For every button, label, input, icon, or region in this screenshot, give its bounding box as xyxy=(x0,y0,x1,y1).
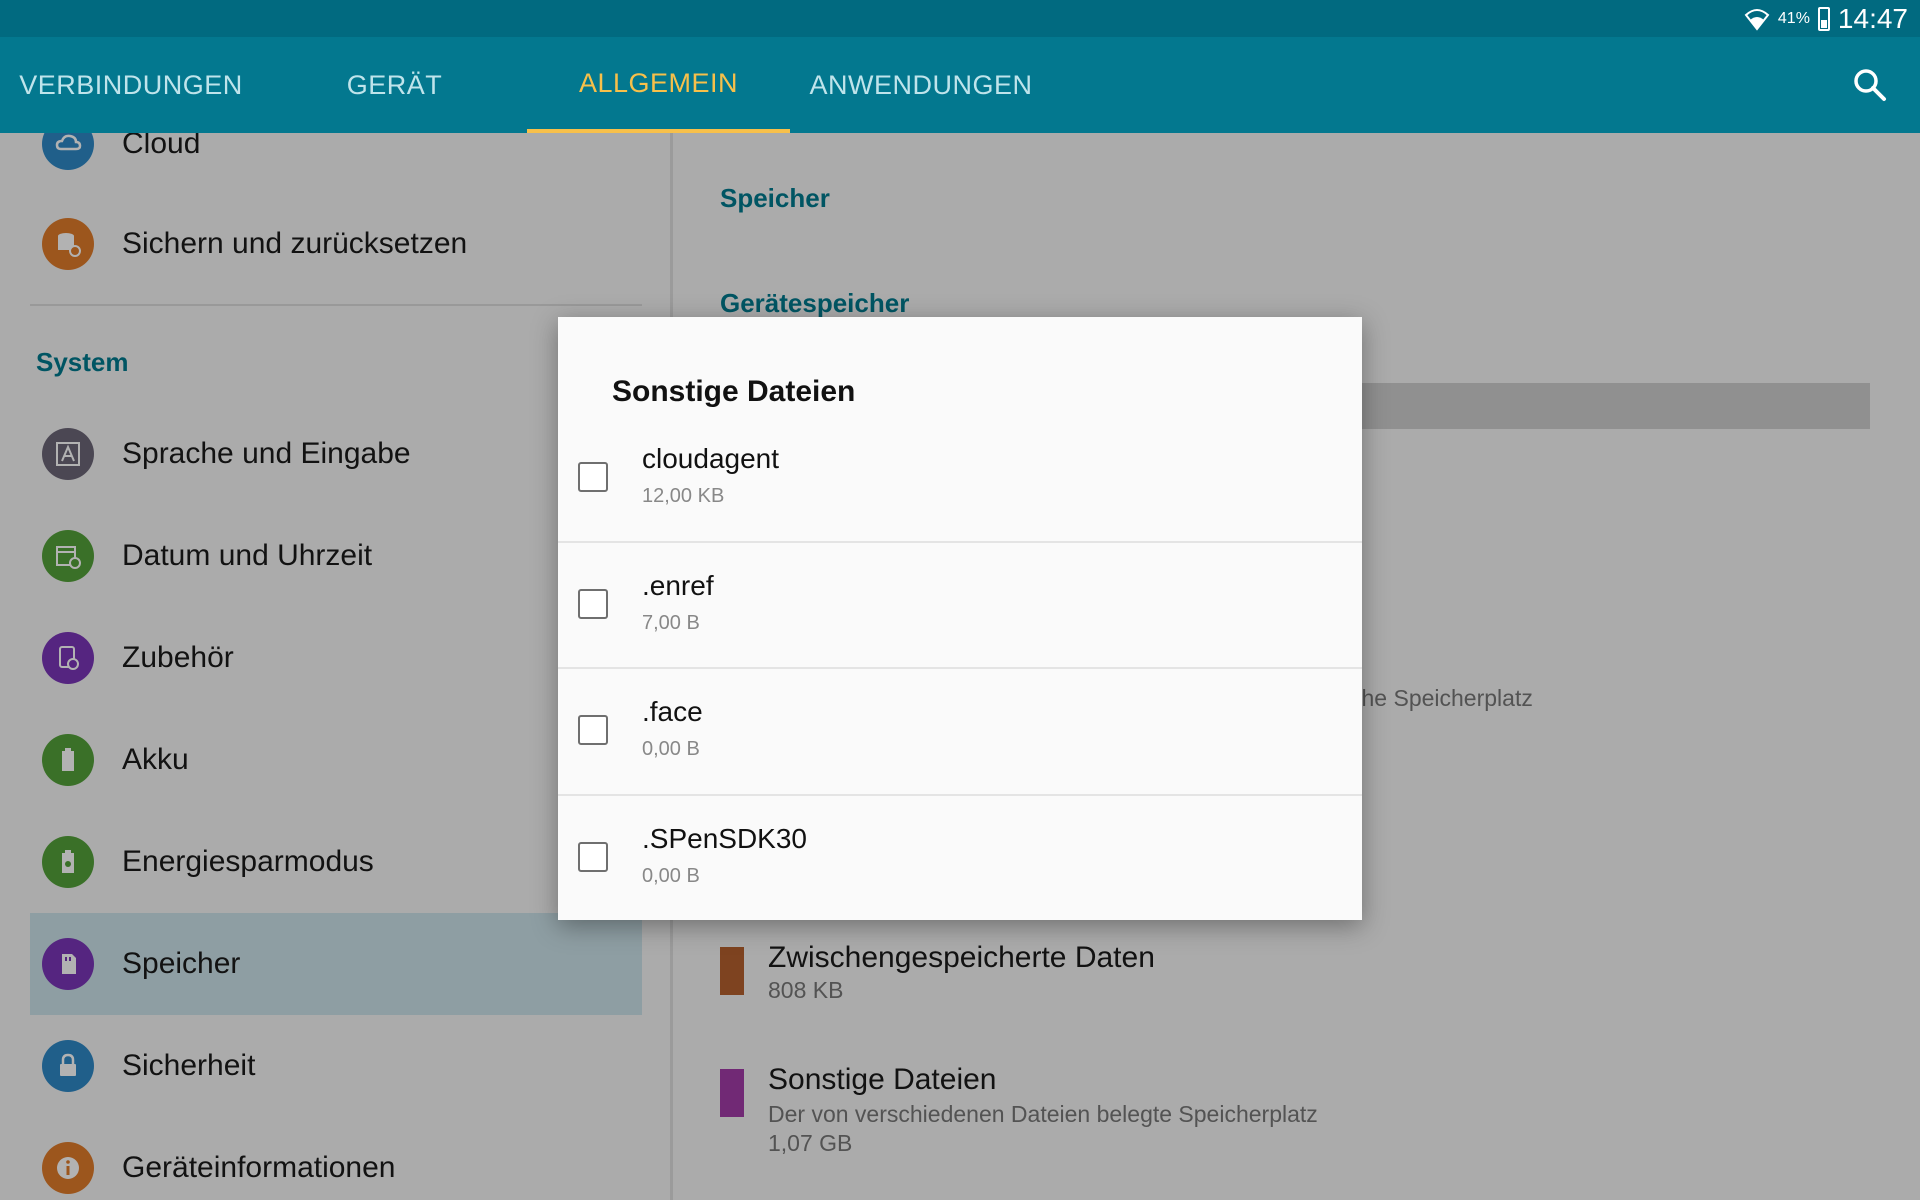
file-size: 12,00 KB xyxy=(642,485,725,507)
file-checkbox[interactable] xyxy=(578,842,608,872)
file-size: 0,00 B xyxy=(642,865,700,887)
file-row-face[interactable]: .face 0,00 B xyxy=(558,670,1362,796)
file-name: cloudagent xyxy=(642,443,780,474)
tab-anwendungen[interactable]: ANWENDUNGEN xyxy=(790,37,1052,133)
tab-bar: VERBINDUNGEN GERÄT ALLGEMEIN ANWENDUNGEN xyxy=(0,37,1920,133)
file-row-cloudagent[interactable]: cloudagent 12,00 KB xyxy=(558,417,1362,543)
tab-geraet[interactable]: GERÄT xyxy=(262,37,527,133)
tab-allgemein[interactable]: ALLGEMEIN xyxy=(527,37,790,133)
misc-files-dialog: Sonstige Dateien cloudagent 12,00 KB .en… xyxy=(558,317,1362,920)
clock: 14:47 xyxy=(1837,2,1908,34)
search-icon[interactable] xyxy=(1852,67,1888,103)
file-checkbox[interactable] xyxy=(578,715,608,745)
file-name: .enref xyxy=(642,570,714,601)
file-checkbox[interactable] xyxy=(578,462,608,492)
row-divider xyxy=(558,667,1362,669)
file-size: 0,00 B xyxy=(642,738,700,760)
file-name: .SPenSDK30 xyxy=(642,823,807,854)
file-checkbox[interactable] xyxy=(578,589,608,619)
status-bar: 41% 14:47 xyxy=(0,0,1920,37)
file-name: .face xyxy=(642,696,703,727)
battery-percent: 41% xyxy=(1777,9,1810,27)
file-size: 7,00 B xyxy=(642,612,700,634)
wifi-icon xyxy=(1744,7,1770,31)
file-row-spensdk30[interactable]: .SPenSDK30 0,00 B xyxy=(558,796,1362,922)
tab-verbindungen[interactable]: VERBINDUNGEN xyxy=(0,37,262,133)
file-row-enref[interactable]: .enref 7,00 B xyxy=(558,543,1362,669)
battery-icon xyxy=(1817,6,1830,31)
dialog-title: Sonstige Dateien xyxy=(612,375,856,408)
